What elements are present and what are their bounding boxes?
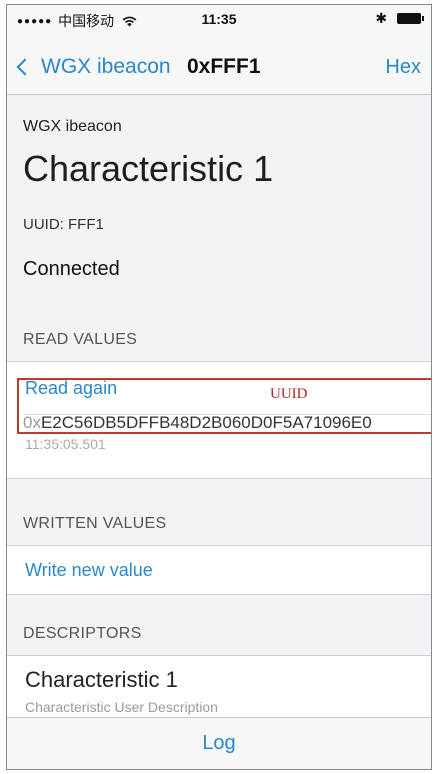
annotation-label: UUID bbox=[270, 386, 308, 402]
status-bar: ●●●●● 中国移动 11:35 ✱ bbox=[7, 5, 431, 33]
annotation-box bbox=[17, 378, 431, 434]
status-time: 11:35 bbox=[201, 11, 237, 27]
navigation-bar: WGX ibeacon 0xFFF1 Hex bbox=[7, 33, 431, 95]
phone-screen: ●●●●● 中国移动 11:35 ✱ WGX ibeacon 0xFFF1 He… bbox=[6, 4, 432, 770]
hex-toggle-button[interactable]: Hex bbox=[385, 56, 421, 79]
section-header-descriptors: DESCRIPTORS bbox=[23, 625, 142, 642]
back-button[interactable]: WGX ibeacon bbox=[15, 55, 171, 79]
write-new-value-button[interactable]: Write new value bbox=[25, 560, 153, 581]
uuid-label: UUID: FFF1 bbox=[23, 216, 104, 233]
section-header-read-values: READ VALUES bbox=[23, 331, 138, 348]
chevron-left-icon bbox=[16, 58, 34, 76]
page-title: Characteristic 1 bbox=[23, 148, 274, 189]
log-button[interactable]: Log bbox=[7, 732, 431, 755]
battery-icon bbox=[397, 13, 424, 24]
bottom-bar: Log bbox=[7, 717, 431, 769]
descriptor-title: Characteristic 1 bbox=[25, 667, 178, 692]
bluetooth-icon: ✱ bbox=[375, 10, 388, 26]
back-button-label: WGX ibeacon bbox=[41, 55, 171, 78]
status-right: ✱ bbox=[375, 10, 424, 27]
device-name: WGX ibeacon bbox=[23, 118, 122, 135]
written-values-group: Write new value bbox=[7, 545, 431, 595]
nav-title: 0xFFF1 bbox=[187, 55, 261, 78]
descriptor-subtitle: Characteristic User Description bbox=[25, 699, 218, 715]
section-header-written-values: WRITTEN VALUES bbox=[23, 515, 167, 532]
connection-status: Connected bbox=[23, 258, 120, 280]
read-value-timestamp: 11:35:05.501 bbox=[25, 436, 106, 452]
